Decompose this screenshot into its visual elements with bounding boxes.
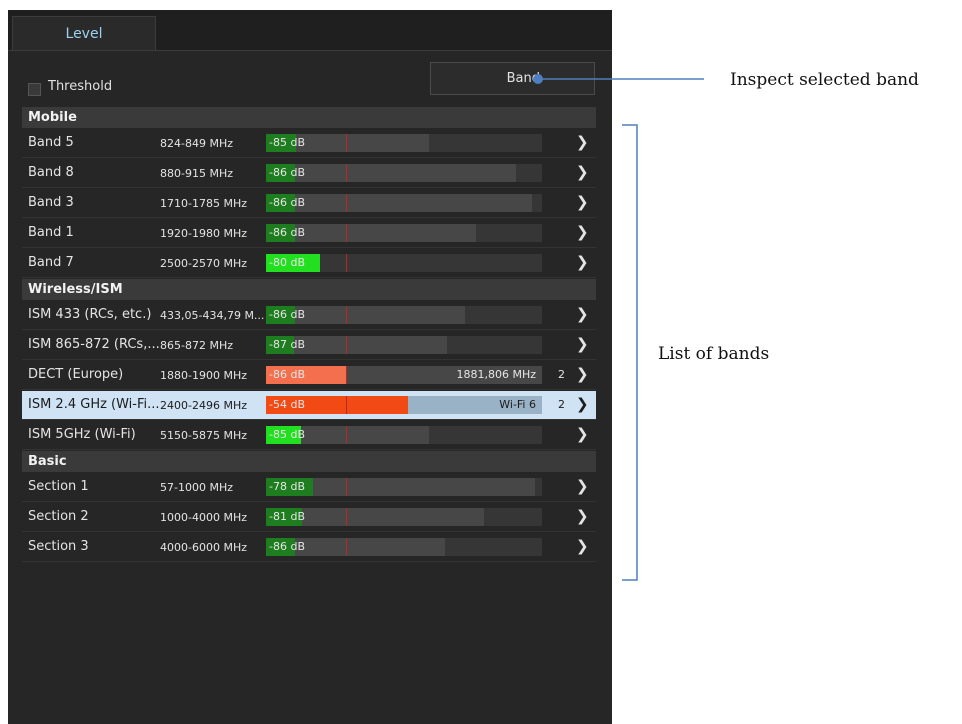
- list-of-bands-annotation: List of bands: [658, 344, 770, 364]
- inspect-selected-band-annotation: Inspect selected band: [730, 70, 919, 90]
- callout-dot: [533, 74, 543, 84]
- callout-overlay: [533, 74, 704, 581]
- list-bracket: [622, 124, 638, 581]
